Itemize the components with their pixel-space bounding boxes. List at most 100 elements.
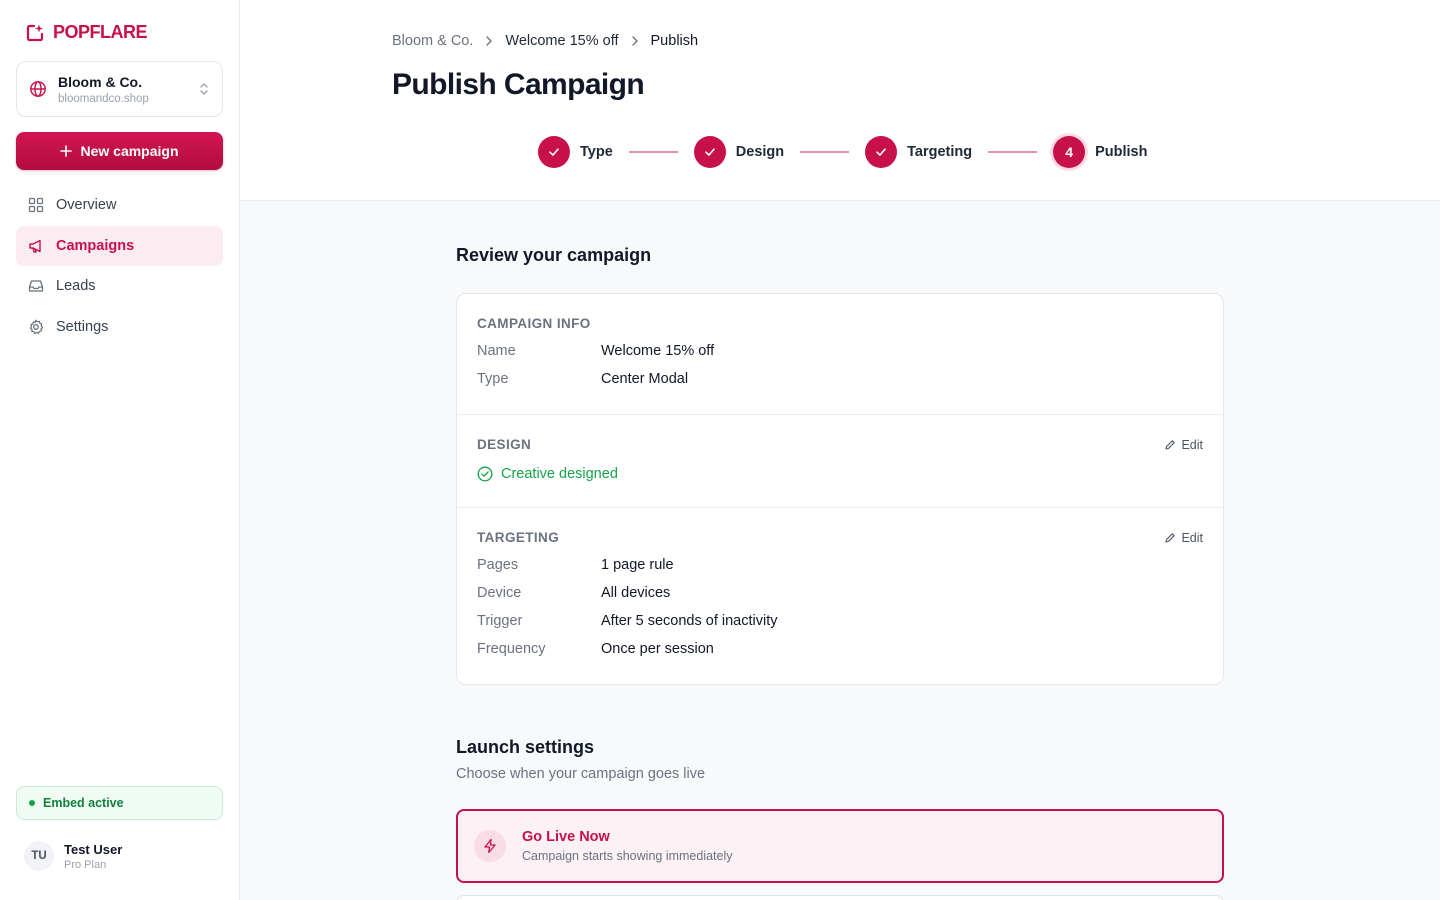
go-live-now-option[interactable]: Go Live Now Campaign starts showing imme…	[456, 809, 1224, 883]
divider	[457, 414, 1223, 415]
targeting-value: All devices	[601, 585, 671, 601]
store-switcher[interactable]: Bloom & Co. bloomandco.shop	[16, 61, 223, 117]
targeting-row: Pages 1 page rule	[477, 551, 1203, 579]
store-name: Bloom & Co.	[58, 73, 142, 90]
step-targeting[interactable]: Targeting	[865, 136, 972, 168]
option-title: Go Live Now	[522, 829, 610, 845]
globe-icon	[30, 81, 46, 97]
store-domain: bloomandco.shop	[58, 92, 149, 105]
breadcrumb-current: Publish	[650, 33, 699, 49]
info-value: Welcome 15% off	[601, 343, 715, 359]
page-header: Bloom & Co. Welcome 15% off Publish Publ…	[240, 0, 1440, 201]
step-label: Design	[735, 144, 785, 160]
check-icon	[704, 148, 715, 156]
targeting-row: Trigger After 5 seconds of inactivity	[477, 607, 1203, 635]
option-description: Campaign starts showing immediately	[522, 849, 733, 863]
launch-title: Launch settings	[456, 737, 595, 757]
breadcrumb-campaign[interactable]: Welcome 15% off	[505, 33, 618, 49]
info-row: Name Welcome 15% off	[477, 337, 1203, 365]
edit-label: Edit	[1181, 438, 1203, 452]
grid-icon	[28, 197, 44, 213]
check-circle-icon	[477, 466, 493, 482]
progress-stepper: Type Design Targeting 4 Publish	[538, 135, 1147, 169]
user-profile[interactable]: TU Test User Pro Plan	[24, 841, 122, 871]
step-complete-indicator	[693, 136, 726, 168]
step-label: Publish	[1095, 144, 1148, 160]
targeting-key: Device	[477, 585, 522, 601]
logo-icon	[26, 24, 44, 41]
step-design[interactable]: Design	[693, 136, 785, 168]
sidebar-item-label: Settings	[56, 318, 109, 335]
brand-name: POPFLARE	[53, 22, 148, 42]
section-heading: Targeting	[477, 530, 560, 545]
sidebar-item-overview[interactable]: Overview	[16, 185, 223, 225]
targeting-row: Frequency Once per session	[477, 635, 1203, 663]
inbox-icon	[28, 280, 44, 292]
pencil-icon	[1165, 440, 1176, 450]
check-icon	[876, 148, 886, 156]
targeting-value: After 5 seconds of inactivity	[601, 613, 778, 629]
launch-subtitle: Choose when your campaign goes live	[456, 766, 706, 782]
breadcrumb-store[interactable]: Bloom & Co.	[392, 33, 473, 49]
review-card: Campaign info Name Welcome 15% off Type …	[456, 293, 1224, 685]
info-value: Center Modal	[601, 371, 689, 387]
chevron-right-icon	[486, 36, 493, 46]
step-publish: 4 Publish	[1053, 136, 1147, 168]
user-plan: Pro Plan	[64, 858, 107, 871]
chevron-right-icon	[631, 36, 638, 46]
new-campaign-button[interactable]: New campaign	[16, 132, 223, 170]
sidebar-item-label: Overview	[56, 197, 117, 213]
targeting-value: 1 page rule	[601, 557, 674, 573]
gear-icon	[29, 319, 44, 334]
step-complete-indicator	[865, 136, 898, 168]
user-name: Test User	[64, 841, 123, 857]
step-number: 4	[1053, 136, 1086, 168]
review-title: Review your campaign	[456, 245, 652, 265]
targeting-section: Targeting Edit Pages 1 page rule Device …	[457, 530, 1223, 663]
breadcrumb: Bloom & Co. Welcome 15% off Publish	[392, 33, 698, 49]
pencil-icon	[1165, 533, 1176, 543]
chevron-up-down-icon	[200, 83, 208, 95]
launch-option-partial[interactable]	[456, 895, 1224, 900]
section-heading: Design	[477, 437, 532, 452]
edit-targeting-button[interactable]: Edit	[1164, 531, 1203, 545]
design-section: Design Edit Creative designed	[457, 437, 1223, 482]
targeting-key: Frequency	[477, 641, 546, 657]
step-complete-indicator	[538, 136, 570, 168]
targeting-row: Device All devices	[477, 579, 1203, 607]
step-label: Type	[580, 144, 613, 160]
page-title: Publish Campaign	[392, 68, 645, 101]
section-heading: Campaign info	[477, 316, 591, 331]
step-connector	[800, 151, 850, 153]
sidebar-nav: Overview Campaigns Leads Settings	[16, 185, 223, 347]
targeting-key: Pages	[477, 557, 519, 573]
step-type[interactable]: Type	[538, 136, 613, 168]
targeting-value: Once per session	[601, 641, 714, 657]
campaign-info-section: Campaign info Name Welcome 15% off Type …	[457, 316, 1223, 393]
option-icon-wrap	[474, 830, 506, 862]
embed-status-label: Embed active	[43, 796, 124, 810]
targeting-key: Trigger	[477, 613, 523, 629]
design-status-label: Creative designed	[501, 466, 618, 482]
step-connector	[628, 151, 678, 153]
sidebar-item-leads[interactable]: Leads	[16, 266, 223, 306]
check-icon	[549, 148, 559, 156]
lightning-icon	[484, 838, 496, 854]
sidebar: POPFLARE Bloom & Co. bloomandco.shop New…	[0, 0, 240, 900]
status-dot	[29, 800, 35, 806]
sidebar-item-settings[interactable]: Settings	[16, 307, 223, 347]
info-row: Type Center Modal	[477, 365, 1203, 393]
new-campaign-label: New campaign	[80, 143, 179, 159]
divider	[457, 507, 1223, 508]
megaphone-icon	[29, 239, 41, 253]
sidebar-item-label: Leads	[56, 278, 96, 294]
plus-icon	[60, 145, 73, 157]
avatar: TU	[24, 841, 54, 871]
step-connector	[988, 151, 1038, 153]
embed-status-badge: Embed active	[16, 786, 223, 820]
brand-logo[interactable]: POPFLARE	[25, 22, 148, 43]
info-key: Type	[477, 371, 509, 387]
edit-design-button[interactable]: Edit	[1164, 438, 1203, 452]
design-status: Creative designed	[477, 466, 1203, 482]
sidebar-item-campaigns[interactable]: Campaigns	[16, 225, 223, 266]
